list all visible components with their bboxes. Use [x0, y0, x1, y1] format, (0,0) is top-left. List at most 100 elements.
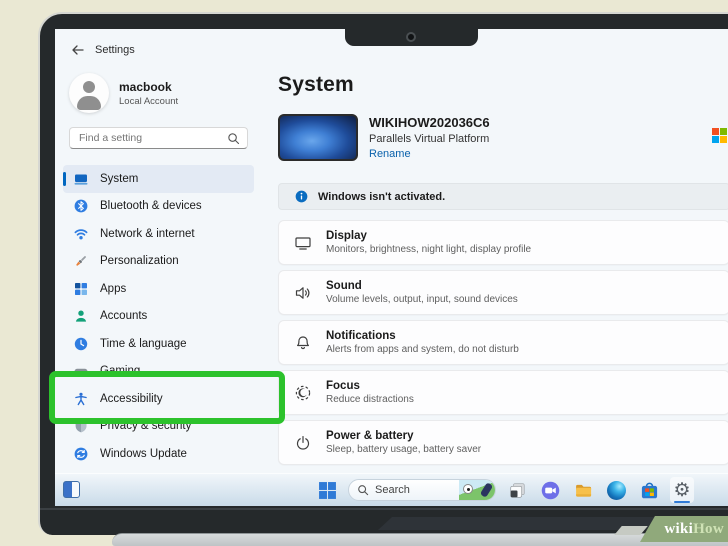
watermark-wiki-text: wiki: [664, 520, 694, 537]
sidebar-item-label: Accounts: [100, 310, 148, 323]
task-view-button[interactable]: [505, 477, 529, 503]
sidebar-item-accessibility[interactable]: Accessibility: [63, 385, 254, 413]
wikihow-watermark: wiki How: [640, 516, 728, 542]
sidebar-item-network-internet[interactable]: Network & internet: [63, 220, 254, 248]
rename-link[interactable]: Rename: [369, 148, 490, 160]
search-icon: [357, 484, 369, 496]
accessibility-icon: [74, 392, 88, 406]
activation-banner-text: Windows isn't activated.: [318, 190, 446, 203]
row-display[interactable]: Display Monitors, brightness, night ligh…: [278, 220, 728, 265]
sidebar-item-accounts[interactable]: Accounts: [63, 303, 254, 331]
sidebar-item-label: System: [100, 172, 139, 185]
start-button[interactable]: [315, 477, 339, 503]
account-name: macbook: [119, 79, 172, 94]
sidebar-item-gaming[interactable]: Gaming: [63, 358, 254, 386]
sidebar-item-label: Bluetooth & devices: [100, 200, 202, 213]
settings-sidebar: Settings macbook Local Account Find a se…: [55, 29, 262, 473]
microsoft-logo: [712, 128, 727, 143]
chat-icon: [541, 481, 559, 499]
screenshot-stage: Settings macbook Local Account Find a se…: [0, 0, 728, 546]
sidebar-nav: System Bluetooth & devices Network & int…: [63, 165, 254, 468]
sidebar-item-label: Personalization: [100, 255, 179, 268]
clock-icon: [74, 337, 88, 351]
row-power-battery[interactable]: Power & battery Sleep, battery usage, ba…: [278, 420, 728, 465]
sidebar-item-label: Apps: [100, 282, 127, 295]
soccer-ball-icon: [463, 484, 473, 494]
sidebar-item-label: Privacy & security: [100, 420, 192, 433]
watermark-how-text: How: [693, 520, 724, 537]
sidebar-item-personalization[interactable]: Personalization: [63, 248, 254, 276]
row-subtitle: Reduce distractions: [326, 394, 414, 406]
taskbar-icons: Search ⚙: [315, 474, 694, 506]
edge-button[interactable]: [604, 477, 628, 503]
update-icon: [74, 447, 88, 461]
bell-icon: [294, 334, 312, 352]
account-block[interactable]: macbook Local Account: [69, 73, 262, 113]
sidebar-item-system[interactable]: System: [63, 165, 254, 193]
sidebar-item-windows-update[interactable]: Windows Update: [63, 440, 254, 468]
row-subtitle: Sleep, battery usage, battery saver: [326, 444, 482, 456]
gamepad-icon: [74, 364, 88, 378]
row-title: Power & battery: [326, 429, 414, 442]
page-title: System: [278, 73, 354, 96]
sidebar-item-time-language[interactable]: Time & language: [63, 330, 254, 358]
gear-icon: ⚙: [673, 479, 691, 501]
laptop-screen: Settings macbook Local Account Find a se…: [55, 29, 728, 506]
taskbar-search-label: Search: [375, 484, 410, 496]
person-icon: [74, 309, 88, 323]
camera-notch: [345, 29, 478, 46]
task-view-icon: [509, 482, 525, 498]
sidebar-item-label: Gaming: [100, 365, 141, 378]
chat-button[interactable]: [538, 477, 562, 503]
device-platform: Parallels Virtual Platform: [369, 133, 490, 145]
activation-banner[interactable]: Windows isn't activated.: [278, 183, 728, 210]
system-page: System WIKIHOW202036C6 Parallels Virtual…: [262, 29, 728, 473]
account-type: Local Account: [119, 95, 179, 107]
row-subtitle: Monitors, brightness, night light, displ…: [326, 244, 532, 256]
windows-logo-icon: [318, 481, 336, 499]
sidebar-item-apps[interactable]: Apps: [63, 275, 254, 303]
sound-icon: [294, 284, 312, 302]
hinge-stripe: [40, 508, 728, 510]
soccer-shoe-icon: [479, 482, 494, 498]
widgets-icon[interactable]: [63, 481, 80, 498]
sidebar-item-label: Network & internet: [100, 227, 195, 240]
taskbar: Search ⚙: [55, 473, 728, 506]
edge-icon: [606, 480, 626, 500]
focus-icon: [294, 384, 312, 402]
row-subtitle: Volume levels, output, input, sound devi…: [326, 294, 518, 306]
device-info: WIKIHOW202036C6 Parallels Virtual Platfo…: [278, 114, 728, 161]
system-icon: [74, 172, 88, 186]
search-input[interactable]: [70, 128, 247, 148]
search-icon: [227, 132, 240, 145]
file-explorer-button[interactable]: [571, 477, 595, 503]
sidebar-item-label: Accessibility: [100, 392, 163, 405]
back-icon[interactable]: [71, 43, 85, 57]
bing-daily-image: [459, 480, 495, 500]
row-focus[interactable]: Focus Reduce distractions: [278, 370, 728, 415]
row-title: Display: [326, 229, 367, 242]
apps-icon: [74, 282, 88, 296]
wifi-icon: [74, 227, 88, 241]
brush-icon: [74, 254, 88, 268]
avatar: [69, 73, 109, 113]
taskbar-search[interactable]: Search: [348, 479, 496, 501]
settings-rows: Display Monitors, brightness, night ligh…: [278, 220, 728, 465]
info-icon: [295, 190, 308, 203]
device-thumbnail: [278, 114, 358, 161]
row-title: Notifications: [326, 329, 396, 342]
power-icon: [294, 434, 312, 452]
row-notifications[interactable]: Notifications Alerts from apps and syste…: [278, 320, 728, 365]
bluetooth-icon: [74, 199, 88, 213]
settings-button[interactable]: ⚙: [670, 477, 694, 503]
row-title: Focus: [326, 379, 360, 392]
store-button[interactable]: [637, 477, 661, 503]
sidebar-item-privacy-security[interactable]: Privacy & security: [63, 413, 254, 441]
settings-window: Settings macbook Local Account Find a se…: [55, 29, 728, 473]
row-subtitle: Alerts from apps and system, do not dist…: [326, 344, 519, 356]
display-icon: [294, 234, 312, 252]
row-sound[interactable]: Sound Volume levels, output, input, soun…: [278, 270, 728, 315]
sidebar-item-bluetooth-devices[interactable]: Bluetooth & devices: [63, 193, 254, 221]
sidebar-item-label: Windows Update: [100, 447, 187, 460]
find-a-setting-search[interactable]: [69, 127, 248, 149]
